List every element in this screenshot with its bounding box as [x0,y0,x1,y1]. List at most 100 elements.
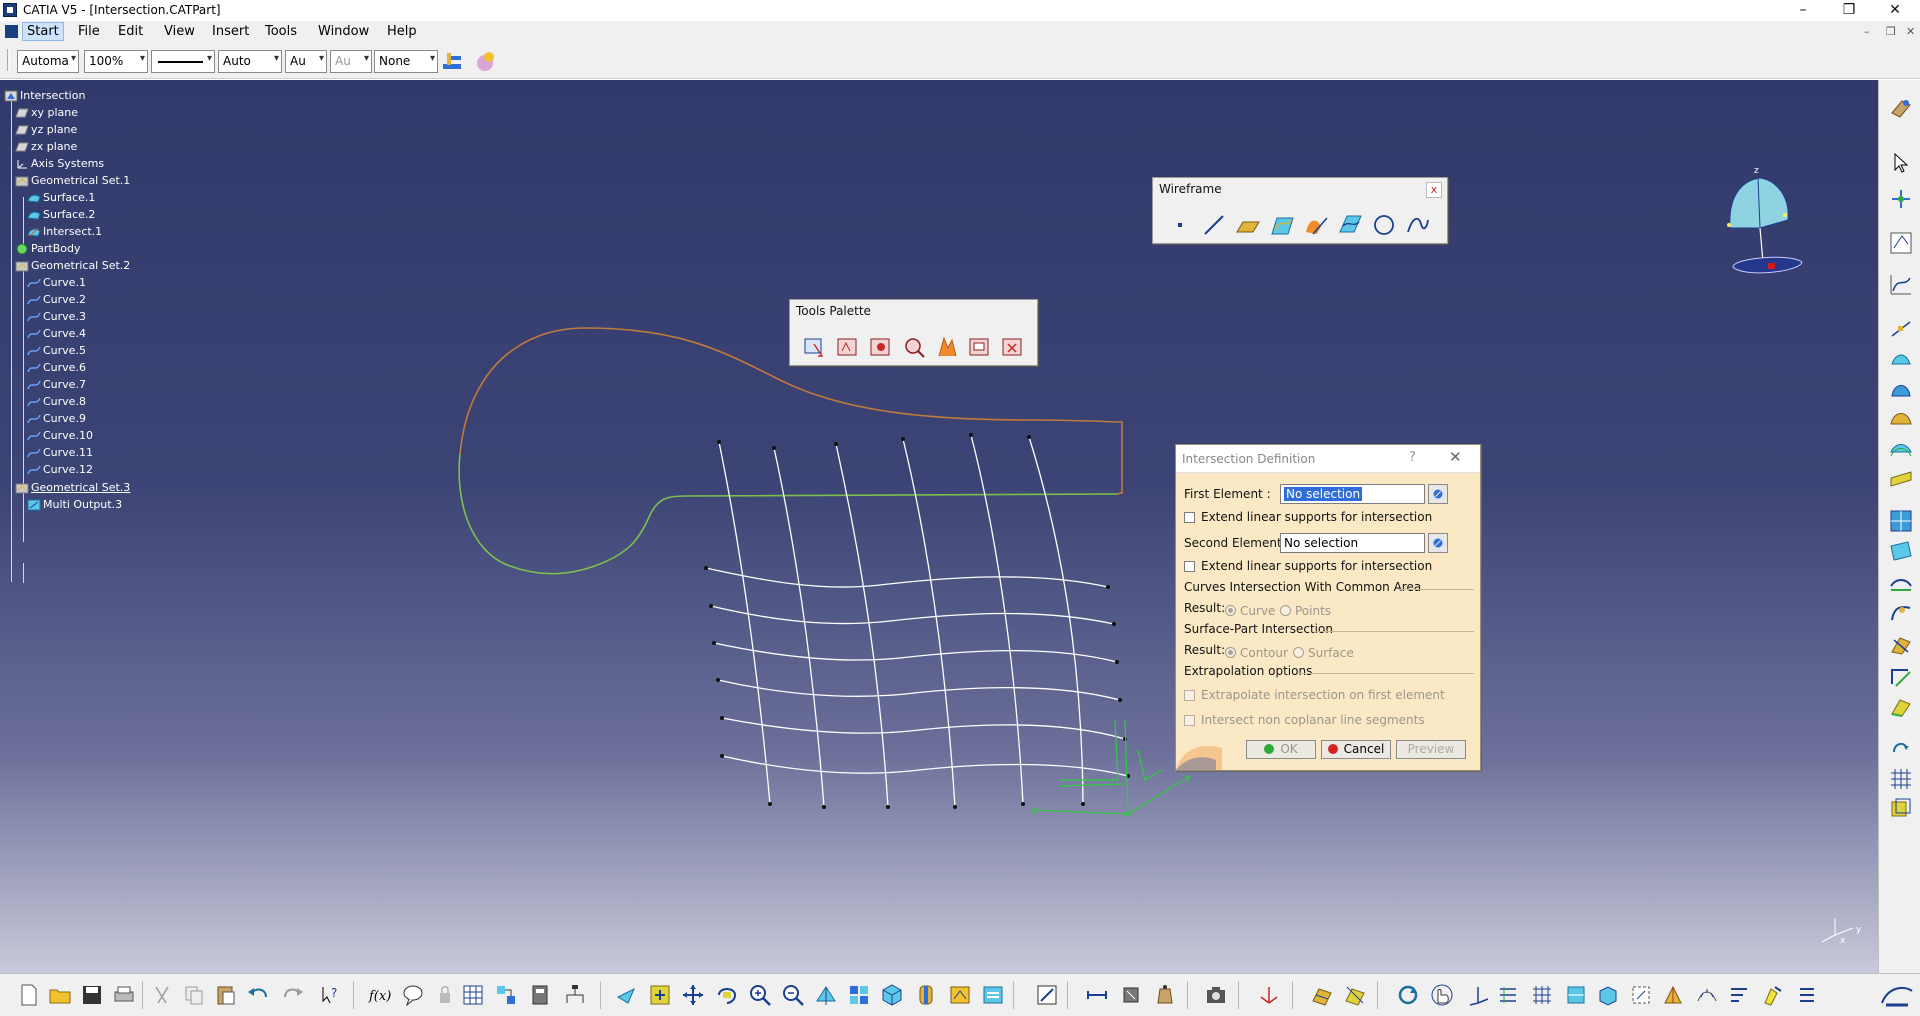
point-icon[interactable] [1167,212,1193,238]
measure-between-icon[interactable] [1085,983,1109,1007]
whats-this-icon[interactable]: ? [317,983,341,1007]
green-curve[interactable] [458,453,1119,575]
clear-selection-icon[interactable] [868,334,894,360]
edit-list-icon[interactable] [835,334,861,360]
axis-system-tool-icon[interactable] [1466,983,1490,1007]
second-element-field[interactable]: No selection [1280,533,1425,553]
line-icon[interactable] [1201,212,1227,238]
formula-icon[interactable]: f(x) [368,983,392,1007]
menu-tools[interactable]: Tools [265,24,297,39]
second-element-picker-icon[interactable] [1428,533,1448,553]
measure-icon[interactable] [1035,983,1059,1007]
design-table-icon[interactable] [494,983,518,1007]
line-type-combo[interactable]: Auto ▾ [218,50,282,73]
plane-icon[interactable] [1235,212,1261,238]
toolbar-grip[interactable] [7,49,10,71]
capture-icon[interactable] [1204,983,1228,1007]
knowledge-advisor-icon[interactable] [401,983,425,1007]
catalog-icon[interactable] [528,983,552,1007]
document-icon[interactable] [5,25,18,38]
grid-endpoints[interactable] [704,433,1130,809]
projection-icon[interactable] [1269,212,1295,238]
surface-scan-icon[interactable] [1564,983,1588,1007]
line-thickness-combo[interactable]: ▾ [151,50,215,73]
menu-window[interactable]: Window [318,24,369,39]
join-icon[interactable] [1888,600,1914,626]
save-icon[interactable] [80,983,104,1007]
multi-view-icon[interactable] [847,983,871,1007]
render-style-combo[interactable]: None ▾ [374,50,438,73]
iso-view-icon[interactable] [880,983,904,1007]
repetition-icon[interactable] [1888,796,1914,822]
select-arrow-icon[interactable] [1888,150,1914,176]
swap-visible-space-icon[interactable] [981,983,1005,1007]
3d-viewport[interactable]: y x z y x Intersection xy plane yz plane… [0,80,1878,973]
painter-icon[interactable] [441,50,465,74]
revolve-surface-icon[interactable] [1888,376,1914,402]
list-add-icon[interactable] [967,334,993,360]
grid-icon[interactable] [1530,983,1554,1007]
pan-icon[interactable] [681,983,705,1007]
feature-order-icon[interactable] [934,334,960,360]
pattern-icon[interactable] [1888,766,1914,792]
new-document-icon[interactable] [17,983,41,1007]
restore-button[interactable]: ❒ [1826,0,1872,21]
boundary-icon[interactable] [1888,694,1914,720]
normal-view-icon[interactable] [814,983,838,1007]
fill-icon[interactable] [1888,508,1914,534]
dialog-close-button[interactable]: ✕ [1449,448,1462,466]
dialog-title-bar[interactable]: Intersection Definition ? ✕ [1176,445,1480,473]
minimize-button[interactable]: – [1780,0,1826,21]
translate-icon[interactable] [1888,734,1914,760]
cancel-button[interactable]: Cancel [1321,740,1391,759]
offset-surface-icon[interactable] [1888,436,1914,462]
axis-system[interactable] [1031,719,1191,815]
open-folder-icon[interactable] [48,983,72,1007]
menu-file[interactable]: File [78,24,100,39]
intersection-icon[interactable] [1303,212,1329,238]
hand-pointer-icon[interactable] [1430,983,1454,1007]
first-element-field[interactable]: No selection [1280,484,1425,504]
rotate-icon[interactable] [715,983,739,1007]
shading-icon[interactable] [914,983,938,1007]
hierarchy-icon[interactable] [563,983,587,1007]
sketcher-icon[interactable] [1888,230,1914,256]
material-icon[interactable] [473,50,497,74]
paste-icon[interactable] [214,983,238,1007]
multi-section-icon[interactable] [1888,538,1914,564]
mdi-minimize-button[interactable]: – [1864,25,1870,38]
list-icon[interactable] [1794,983,1818,1007]
mdi-close-button[interactable]: ✕ [1906,25,1915,38]
wireframe-toolbar[interactable]: Wireframe x [1152,177,1448,244]
table-icon[interactable] [461,983,485,1007]
update-icon[interactable] [1396,983,1420,1007]
snap-icon[interactable] [1888,186,1914,212]
hide-show-icon[interactable] [948,983,972,1007]
grid-vertical-curves[interactable] [718,434,1084,808]
highlight-icon[interactable] [1761,983,1785,1007]
measure-inertia-icon[interactable] [1153,983,1177,1007]
scan-icon[interactable] [1343,983,1367,1007]
close-button[interactable]: ✕ [1872,0,1918,21]
work-on-support-icon[interactable] [1496,983,1520,1007]
wireframe-close-button[interactable]: x [1426,182,1442,198]
mdi-restore-button[interactable]: ❒ [1886,25,1896,38]
point-type-combo[interactable]: Au ▾ [285,50,327,73]
zoom-in-icon[interactable] [748,983,772,1007]
print-icon[interactable] [112,983,136,1007]
spline-icon[interactable] [1405,212,1431,238]
menu-view[interactable]: View [164,24,195,39]
connect-checker-icon[interactable] [1629,983,1653,1007]
select-tool-icon[interactable] [802,334,828,360]
fly-mode-icon[interactable] [614,983,638,1007]
menu-help[interactable]: Help [387,24,417,39]
curve-analysis-icon[interactable] [1888,272,1914,298]
cube-icon[interactable] [1596,983,1620,1007]
point-tool-icon[interactable] [1888,316,1914,342]
compass[interactable] [1727,177,1803,274]
first-element-picker-icon[interactable] [1428,484,1448,504]
tools-palette-toolbar[interactable]: Tools Palette [789,299,1038,366]
undo-icon[interactable] [246,983,270,1007]
extend-linear-2-checkbox[interactable] [1184,561,1195,572]
split-icon[interactable] [1888,632,1914,658]
